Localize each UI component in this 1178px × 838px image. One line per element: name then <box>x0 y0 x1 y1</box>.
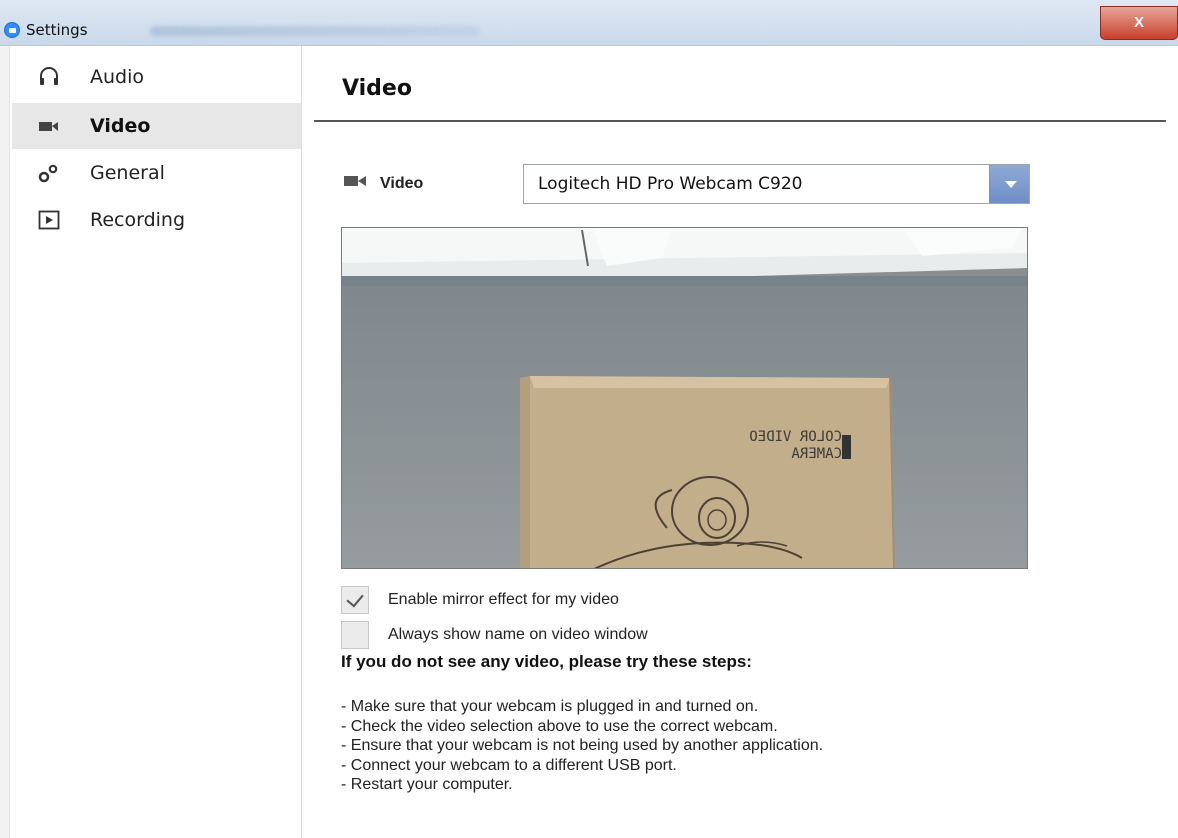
zoom-logo-icon <box>4 22 20 38</box>
list-item: Ensure that your webcam is not being use… <box>341 736 823 756</box>
headphones-icon <box>38 66 60 88</box>
troubleshoot-title: If you do not see any video, please try … <box>341 652 752 671</box>
sidebar-item-label: Audio <box>90 66 145 88</box>
sidebar-edge <box>0 46 10 838</box>
sidebar-item-recording[interactable]: Recording <box>12 197 301 243</box>
troubleshoot-steps: Make sure that your webcam is plugged in… <box>341 697 823 795</box>
show-name-checkbox[interactable] <box>341 621 369 649</box>
play-box-icon <box>38 209 60 231</box>
camera-select[interactable]: Logitech HD Pro Webcam C920 <box>523 164 1030 204</box>
webcam-preview-image: COLOR VIDEO CAMERA <box>342 228 1027 568</box>
video-camera-icon <box>344 173 368 194</box>
mirror-effect-option[interactable]: Enable mirror effect for my video <box>341 586 619 614</box>
list-item: Connect your webcam to a different USB p… <box>341 756 823 776</box>
sidebar-item-video[interactable]: Video <box>12 103 301 149</box>
list-item: Check the video selection above to use t… <box>341 717 823 737</box>
close-button[interactable]: X <box>1100 6 1178 40</box>
video-camera-icon <box>38 115 60 137</box>
sidebar-item-general[interactable]: General <box>12 150 301 196</box>
video-preview: COLOR VIDEO CAMERA <box>341 227 1028 569</box>
gears-icon <box>38 162 60 184</box>
video-source-label: Video <box>344 173 423 194</box>
mirror-effect-checkbox[interactable] <box>341 586 369 614</box>
box-text-line1: COLOR VIDEO <box>749 429 842 445</box>
camera-select-value: Logitech HD Pro Webcam C920 <box>538 174 803 194</box>
sidebar-item-label: Video <box>90 115 151 137</box>
sidebar-item-audio[interactable]: Audio <box>12 54 301 100</box>
list-item: Make sure that your webcam is plugged in… <box>341 697 823 717</box>
page-title: Video <box>342 76 412 101</box>
show-name-option[interactable]: Always show name on video window <box>341 621 648 649</box>
list-item: Restart your computer. <box>341 775 823 795</box>
show-name-label: Always show name on video window <box>388 626 648 643</box>
chevron-down-icon[interactable] <box>989 165 1029 203</box>
mirror-effect-label: Enable mirror effect for my video <box>388 591 619 608</box>
blurred-window-subtitle <box>150 26 480 36</box>
window-title: Settings <box>26 21 88 39</box>
title-bar: Settings X <box>0 0 1178 46</box>
box-text-line2: CAMERA <box>791 446 842 462</box>
sidebar-item-label: Recording <box>90 209 186 231</box>
title-divider <box>314 120 1166 122</box>
video-label-text: Video <box>380 174 424 192</box>
sidebar-item-label: General <box>90 162 165 184</box>
